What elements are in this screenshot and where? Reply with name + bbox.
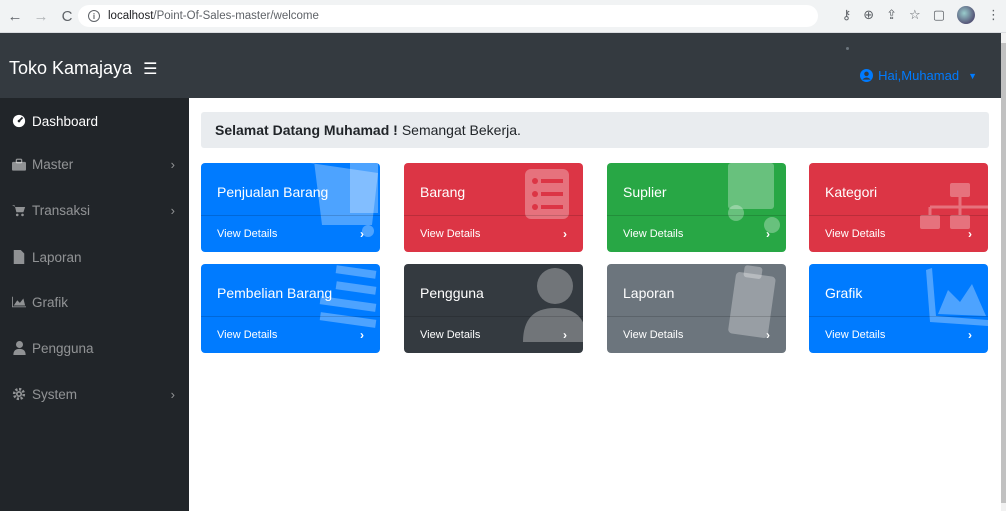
- card-title: Laporan: [623, 285, 675, 301]
- view-details-label: View Details: [825, 228, 886, 240]
- chevron-right-icon: ›: [563, 227, 567, 241]
- sidebar-item-laporan[interactable]: Laporan: [0, 237, 189, 277]
- star-icon[interactable]: ☆: [909, 7, 921, 23]
- reload-icon[interactable]: C: [56, 5, 78, 27]
- zoom-icon[interactable]: ⊕: [863, 7, 874, 23]
- card-penjualan-barang: Penjualan Barang View Details ›: [201, 163, 380, 252]
- cog-icon: [12, 387, 26, 401]
- welcome-message: Semangat Bekerja.: [401, 122, 521, 138]
- card-suplier: Suplier View Details ›: [607, 163, 786, 252]
- card-barang: Barang View Details ›: [404, 163, 583, 252]
- sidebar-item-pengguna[interactable]: Pengguna: [0, 328, 189, 368]
- chevron-right-icon: ›: [563, 328, 567, 342]
- brand-name: Toko Kamajaya: [9, 58, 133, 78]
- welcome-greeting: Selamat Datang Muhamad !: [215, 122, 398, 138]
- chevron-right-icon: ›: [360, 328, 364, 342]
- view-details-label: View Details: [217, 228, 278, 240]
- chevron-right-icon: ›: [766, 328, 770, 342]
- card-title: Pengguna: [420, 285, 484, 301]
- view-details-label: View Details: [825, 329, 886, 341]
- share-icon[interactable]: ⇪: [886, 7, 897, 23]
- top-navbar: Toko Kamajaya ☰ Hai,Muhamad ▼: [0, 33, 1001, 98]
- briefcase-icon: [12, 157, 26, 171]
- card-title: Kategori: [825, 184, 878, 200]
- chevron-right-icon: ›: [360, 227, 364, 241]
- sidebar-toggle-icon[interactable]: ☰: [143, 61, 157, 78]
- card-title: Suplier: [623, 184, 667, 200]
- tachometer-icon: [12, 114, 26, 128]
- chevron-right-icon: ›: [170, 156, 175, 172]
- decorative-dot: [846, 47, 849, 50]
- profile-avatar[interactable]: [957, 6, 975, 24]
- sidebar-item-label: Laporan: [32, 249, 82, 265]
- area-chart-icon: [12, 295, 26, 309]
- chevron-right-icon: ›: [170, 202, 175, 218]
- sidebar-item-label: Dashboard: [32, 113, 99, 129]
- view-details-label: View Details: [420, 329, 481, 341]
- sidebar-item-label: Grafik: [32, 294, 69, 310]
- sidebar: Dashboard Master › Transaksi › Laporan G…: [0, 98, 189, 511]
- sidebar-item-master[interactable]: Master ›: [0, 144, 189, 184]
- chevron-right-icon: ›: [968, 328, 972, 342]
- chevron-right-icon: ›: [170, 386, 175, 402]
- sidebar-item-grafik[interactable]: Grafik: [0, 282, 189, 322]
- user-icon: [12, 341, 26, 355]
- sidebar-item-transaksi[interactable]: Transaksi ›: [0, 190, 189, 230]
- card-title: Barang: [420, 184, 466, 200]
- view-details-link[interactable]: View Details ›: [607, 215, 786, 252]
- brand[interactable]: Toko Kamajaya ☰: [9, 58, 157, 79]
- user-greeting: Hai,Muhamad: [878, 68, 960, 83]
- sidebar-item-label: Master: [32, 156, 74, 172]
- site-info-icon[interactable]: i: [88, 10, 100, 22]
- card-pengguna: Pengguna View Details ›: [404, 264, 583, 353]
- browser-toolbar: ← → C i localhost/Point-Of-Sales-master/…: [0, 0, 1006, 33]
- scrollbar-thumb[interactable]: [1001, 43, 1006, 503]
- card-title: Pembelian Barang: [217, 285, 333, 301]
- sidebar-item-label: System: [32, 386, 78, 402]
- card-pembelian-barang: Pembelian Barang View Details ›: [201, 264, 380, 353]
- chevron-right-icon: ›: [968, 227, 972, 241]
- menu-icon[interactable]: ⋮: [987, 7, 1000, 23]
- view-details-link[interactable]: View Details ›: [201, 316, 380, 353]
- caret-down-icon: ▼: [968, 70, 977, 81]
- view-details-label: View Details: [420, 228, 481, 240]
- view-details-link[interactable]: View Details ›: [404, 215, 583, 252]
- chevron-right-icon: ›: [766, 227, 770, 241]
- address-bar[interactable]: i localhost/Point-Of-Sales-master/welcom…: [78, 5, 818, 27]
- file-icon: [12, 250, 26, 264]
- sidebar-item-system[interactable]: System ›: [0, 374, 189, 414]
- card-grafik: Grafik View Details ›: [809, 264, 988, 353]
- user-circle-icon: [860, 69, 874, 82]
- card-laporan: Laporan View Details ›: [607, 264, 786, 353]
- card-kategori: Kategori View Details ›: [809, 163, 988, 252]
- forward-icon[interactable]: →: [30, 5, 52, 27]
- view-details-link[interactable]: View Details ›: [607, 316, 786, 353]
- sidepanel-icon[interactable]: ▢: [933, 7, 945, 23]
- page-scrollbar[interactable]: [1001, 33, 1006, 511]
- back-icon[interactable]: ←: [4, 5, 26, 27]
- url-path: /Point-Of-Sales-master/welcome: [153, 10, 319, 22]
- card-title: Grafik: [825, 285, 863, 301]
- key-icon[interactable]: ⚷: [842, 7, 852, 23]
- view-details-label: View Details: [623, 329, 684, 341]
- welcome-banner: Selamat Datang Muhamad ! Semangat Bekerj…: [201, 112, 989, 148]
- view-details-label: View Details: [217, 329, 278, 341]
- view-details-label: View Details: [623, 228, 684, 240]
- view-details-link[interactable]: View Details ›: [809, 215, 988, 252]
- user-dropdown[interactable]: Hai,Muhamad ▼: [860, 68, 977, 83]
- card-title: Penjualan Barang: [217, 184, 329, 200]
- url-host: localhost: [108, 10, 154, 22]
- cart-icon: [12, 203, 26, 217]
- view-details-link[interactable]: View Details ›: [201, 215, 380, 252]
- sidebar-item-label: Pengguna: [32, 340, 94, 356]
- view-details-link[interactable]: View Details ›: [809, 316, 988, 353]
- sidebar-item-dashboard[interactable]: Dashboard: [0, 101, 189, 141]
- view-details-link[interactable]: View Details ›: [404, 316, 583, 353]
- sidebar-item-label: Transaksi: [32, 202, 91, 218]
